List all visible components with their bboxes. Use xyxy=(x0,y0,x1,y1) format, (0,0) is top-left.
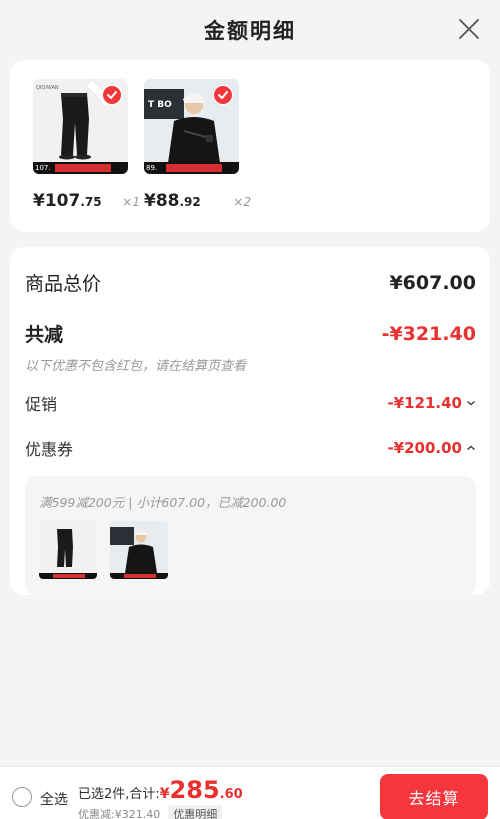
checkout-button[interactable]: 去结算 xyxy=(380,774,488,819)
saved-summary: 优惠减:¥321.40 优惠明细 xyxy=(78,805,223,819)
selected-check-icon[interactable] xyxy=(102,85,122,105)
product-banner: 107. xyxy=(33,162,128,174)
coupon-desc: 满599减200元 | 小计607.00，已减200.00 xyxy=(39,495,287,510)
coupon-label: 优惠券 xyxy=(25,440,74,459)
promo-value[interactable]: -¥121.40 xyxy=(387,394,476,412)
discount-value: -¥321.40 xyxy=(381,322,476,345)
product-image[interactable]: QIQIWAN 107. xyxy=(33,79,128,174)
coupon-detail: 满599减200元 | 小计607.00，已减200.00 xyxy=(25,476,476,596)
checkout-bar: 全选 已选2件,合计: ¥ 285 .60 优惠减:¥321.40 优惠明细 去… xyxy=(0,766,500,819)
price-summary: 商品总价 ¥607.00 共减 -¥321.40 以下优惠不包含红包，请在结算页… xyxy=(10,247,490,596)
chevron-up-icon[interactable] xyxy=(466,443,476,453)
product-banner: 89. xyxy=(144,162,239,174)
product-qty: ×1 xyxy=(122,195,140,209)
product-qty: ×2 xyxy=(233,195,251,209)
coupon-row[interactable]: 优惠券 -¥200.00 xyxy=(25,415,476,460)
discount-note: 以下优惠不包含红包，请在结算页查看 xyxy=(25,359,247,374)
header: 金额明细 xyxy=(0,0,500,60)
product-image[interactable]: T BO 89. xyxy=(144,79,239,174)
total-value: ¥607.00 xyxy=(389,271,476,294)
promo-label: 促销 xyxy=(25,395,58,414)
coupon-product-thumb xyxy=(110,521,168,579)
discount-detail-button[interactable]: 优惠明细 xyxy=(168,805,223,819)
product-list: QIQIWAN 107. ¥107.75 ×1 T BO 89. ¥88.92 … xyxy=(10,60,490,232)
promo-row[interactable]: 促销 -¥121.40 xyxy=(25,374,476,415)
coupon-value[interactable]: -¥200.00 xyxy=(387,439,476,457)
page-title: 金额明细 xyxy=(204,19,296,43)
selected-summary: 已选2件,合计: ¥ 285 .60 xyxy=(78,776,243,804)
discount-row: 共减 -¥321.40 xyxy=(25,296,476,347)
total-label: 商品总价 xyxy=(25,273,102,295)
product-item[interactable]: QIQIWAN 107. ¥107.75 ×1 xyxy=(33,79,144,232)
total-amount: 285 xyxy=(169,776,220,804)
product-price: ¥88.92 xyxy=(144,191,201,211)
close-icon[interactable] xyxy=(458,18,480,40)
svg-text:QIQIWAN: QIQIWAN xyxy=(36,85,59,91)
discount-label: 共减 xyxy=(25,324,64,346)
select-all-label[interactable]: 全选 xyxy=(40,789,68,809)
chevron-down-icon[interactable] xyxy=(466,398,476,408)
svg-text:T BO: T BO xyxy=(148,100,172,110)
product-item[interactable]: T BO 89. ¥88.92 ×2 xyxy=(144,79,255,232)
total-row: 商品总价 ¥607.00 xyxy=(25,247,476,296)
select-all-radio[interactable] xyxy=(12,787,32,807)
product-price: ¥107.75 xyxy=(33,191,102,211)
selected-check-icon[interactable] xyxy=(213,85,233,105)
coupon-product-thumb xyxy=(39,521,97,579)
